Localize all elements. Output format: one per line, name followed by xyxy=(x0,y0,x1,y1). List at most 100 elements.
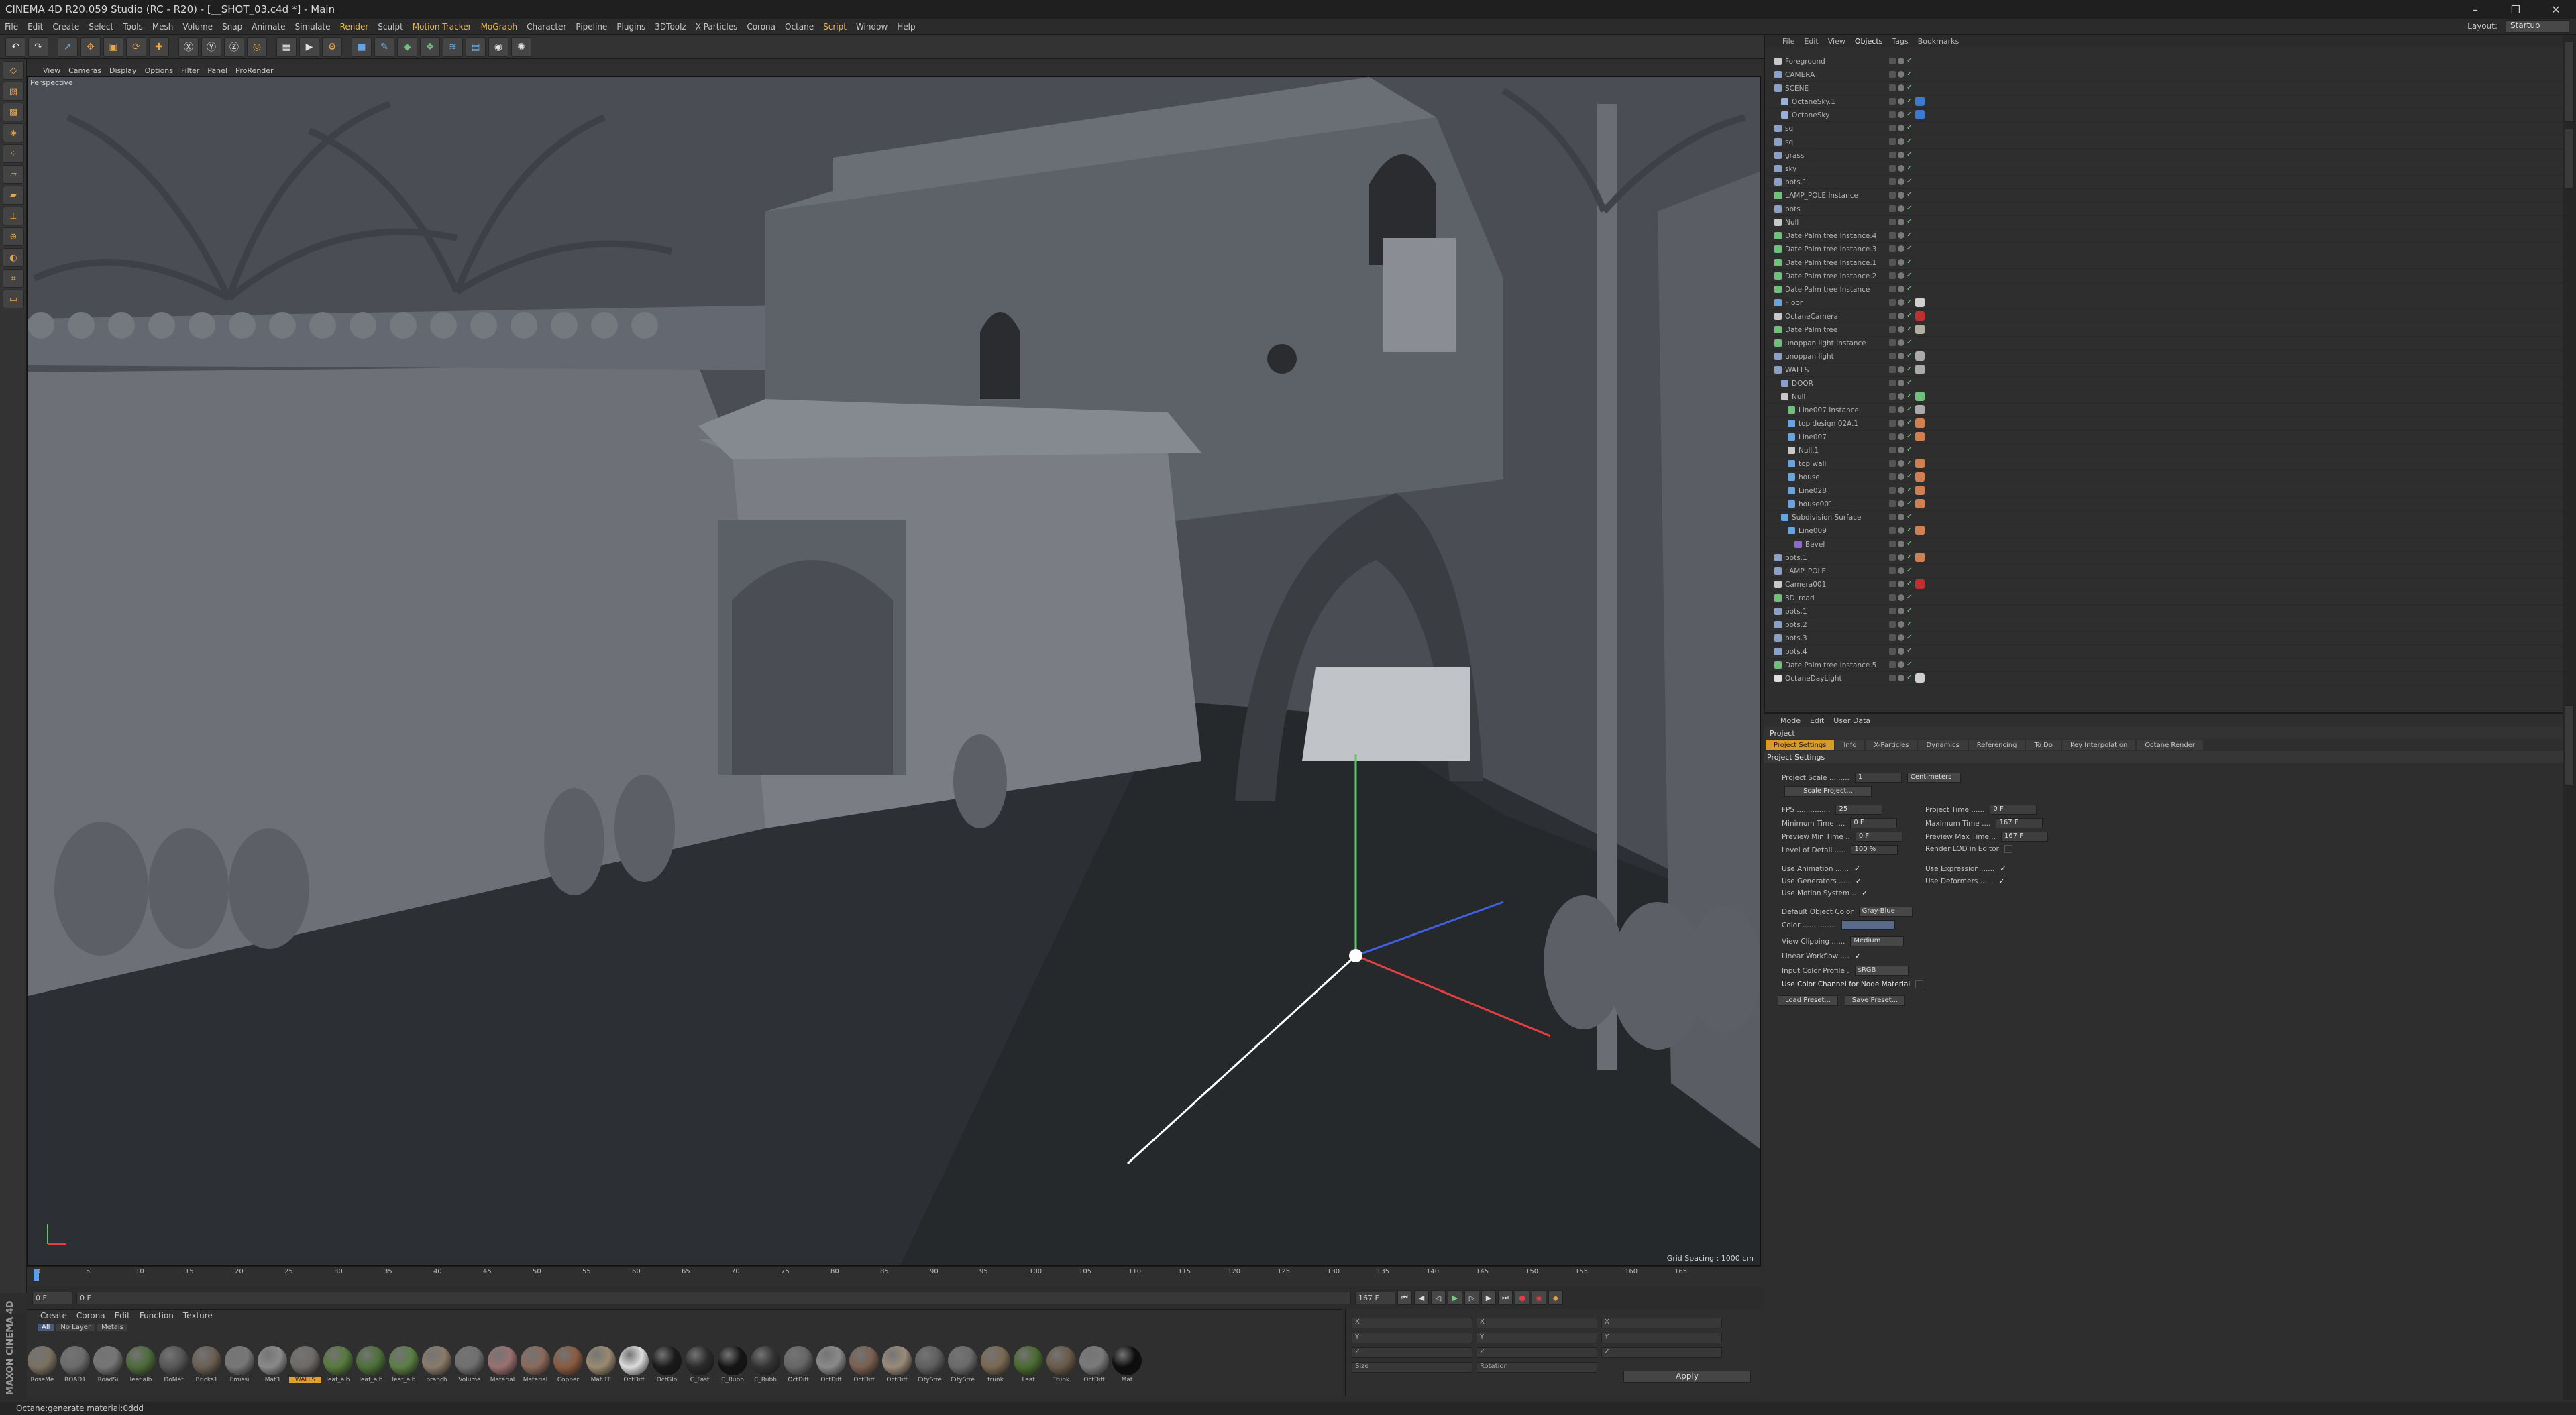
node-material-checkbox[interactable] xyxy=(1915,980,1924,988)
visibility-dot-icon[interactable] xyxy=(1898,380,1904,386)
obj-menu-view[interactable]: View xyxy=(1828,37,1845,46)
visibility-dot-icon[interactable] xyxy=(1898,661,1904,668)
maximize-button[interactable]: ❐ xyxy=(2496,3,2536,16)
subdivision-icon[interactable]: ◆ xyxy=(397,36,417,57)
material-thumbnail[interactable]: leaf_alb xyxy=(356,1346,386,1383)
visibility-dot-icon[interactable] xyxy=(1898,98,1904,105)
menu-volume[interactable]: Volume xyxy=(178,22,217,32)
mat-menu-edit[interactable]: Edit xyxy=(115,1311,130,1320)
keyframe-icon[interactable]: ◆ xyxy=(1548,1290,1563,1305)
object-row[interactable]: sky ✓ xyxy=(1765,162,2563,176)
layer-icon[interactable] xyxy=(1889,514,1896,520)
autokey-icon[interactable]: ◉ xyxy=(1532,1290,1546,1305)
visibility-dot-icon[interactable] xyxy=(1898,339,1904,346)
side-tab-attributes[interactable] xyxy=(2565,705,2574,786)
enabled-check-icon[interactable]: ✓ xyxy=(1907,152,1913,158)
enabled-check-icon[interactable]: ✓ xyxy=(1907,192,1913,199)
material-thumbnail[interactable]: OctDiff xyxy=(783,1346,814,1383)
enabled-check-icon[interactable]: ✓ xyxy=(1907,541,1913,547)
model-mode-icon[interactable]: ▧ xyxy=(3,82,24,101)
layer-icon[interactable] xyxy=(1889,634,1896,641)
tag-icon[interactable] xyxy=(1915,325,1925,334)
default-object-color-select[interactable]: Gray-Blue xyxy=(1858,907,1913,917)
playhead[interactable] xyxy=(34,1269,39,1281)
visibility-dot-icon[interactable] xyxy=(1898,447,1904,453)
visibility-dot-icon[interactable] xyxy=(1898,232,1904,239)
object-row[interactable]: grass ✓ xyxy=(1765,149,2563,162)
pen-icon[interactable]: ✎ xyxy=(374,36,394,57)
material-thumbnail[interactable]: Trunk xyxy=(1046,1346,1077,1383)
render-view-icon[interactable]: ▶ xyxy=(299,36,319,57)
x-axis-lock-icon[interactable]: Ⓧ xyxy=(178,36,199,57)
vp-menu-cameras[interactable]: Cameras xyxy=(68,66,101,75)
close-button[interactable]: ✕ xyxy=(2536,3,2576,16)
attr-value-field[interactable]: 25 xyxy=(1835,805,1883,815)
z-axis-lock-icon[interactable]: Ⓩ xyxy=(224,36,244,57)
enabled-check-icon[interactable]: ✓ xyxy=(1907,648,1913,655)
visibility-dot-icon[interactable] xyxy=(1898,567,1904,574)
tab-info[interactable]: Info xyxy=(1835,740,1865,750)
layer-icon[interactable] xyxy=(1889,648,1896,655)
attr-value-field[interactable]: 167 F xyxy=(1996,818,2043,828)
menu-animate[interactable]: Animate xyxy=(247,22,290,32)
object-row[interactable]: sq ✓ xyxy=(1765,122,2563,135)
material-thumbnail[interactable]: C_Rubb xyxy=(750,1346,781,1383)
filter-all[interactable]: All xyxy=(38,1323,54,1331)
next-frame-icon[interactable]: ▷ xyxy=(1464,1290,1479,1305)
layer-icon[interactable] xyxy=(1889,567,1896,574)
object-row[interactable]: unoppan light ✓ xyxy=(1765,350,2563,363)
object-row[interactable]: top design 02A.1 ✓ xyxy=(1765,417,2563,431)
material-thumbnail[interactable]: ROAD1 xyxy=(60,1346,91,1383)
attr-value-field[interactable]: 0 F xyxy=(1855,832,1902,842)
scale-icon[interactable]: ▣ xyxy=(103,36,123,57)
object-row[interactable]: Bevel ✓ xyxy=(1765,538,2563,551)
prev-key-icon[interactable]: ◀ xyxy=(1414,1290,1429,1305)
object-row[interactable]: Date Palm tree Instance ✓ xyxy=(1765,283,2563,296)
visibility-dot-icon[interactable] xyxy=(1898,58,1904,64)
layer-icon[interactable] xyxy=(1889,460,1896,467)
visibility-dot-icon[interactable] xyxy=(1898,313,1904,319)
side-tab-takes[interactable] xyxy=(2565,129,2574,189)
layer-icon[interactable] xyxy=(1889,58,1896,64)
attr-menu-mode[interactable]: Mode xyxy=(1780,716,1801,725)
edges-mode-icon[interactable]: ▱ xyxy=(3,165,24,184)
object-row[interactable]: sq ✓ xyxy=(1765,135,2563,149)
enabled-check-icon[interactable]: ✓ xyxy=(1907,259,1913,266)
menu-file[interactable]: File xyxy=(0,22,23,32)
layer-icon[interactable] xyxy=(1889,594,1896,601)
layer-icon[interactable] xyxy=(1889,447,1896,453)
object-row[interactable]: Floor ✓ xyxy=(1765,296,2563,310)
attr-menu-user-data[interactable]: User Data xyxy=(1833,716,1870,725)
material-thumbnail[interactable]: Emissi xyxy=(224,1346,255,1383)
tag-icon[interactable] xyxy=(1915,526,1925,535)
tag-icon[interactable] xyxy=(1915,459,1925,468)
attr-value-field[interactable]: 0 F xyxy=(1990,805,2037,815)
layer-icon[interactable] xyxy=(1889,192,1896,199)
visibility-dot-icon[interactable] xyxy=(1898,152,1904,158)
material-thumbnail[interactable]: leaf_alb xyxy=(388,1346,419,1383)
object-row[interactable]: pots ✓ xyxy=(1765,203,2563,216)
material-thumbnail[interactable]: Volume xyxy=(454,1346,485,1383)
tag-icon[interactable] xyxy=(1915,311,1925,321)
visibility-dot-icon[interactable] xyxy=(1898,178,1904,185)
object-row[interactable]: OctaneDayLight ✓ xyxy=(1765,672,2563,685)
polygons-mode-icon[interactable]: ▰ xyxy=(3,186,24,205)
layer-icon[interactable] xyxy=(1889,125,1896,131)
visibility-dot-icon[interactable] xyxy=(1898,219,1904,225)
visibility-dot-icon[interactable] xyxy=(1898,634,1904,641)
size-mode-select[interactable]: Size xyxy=(1352,1362,1472,1373)
layer-icon[interactable] xyxy=(1889,299,1896,306)
enabled-check-icon[interactable]: ✓ xyxy=(1907,621,1913,628)
material-thumbnail[interactable]: Copper xyxy=(553,1346,584,1383)
size-y-field[interactable]: Y xyxy=(1477,1333,1597,1343)
attr-value-field[interactable]: 0 F xyxy=(1850,818,1898,828)
layer-icon[interactable] xyxy=(1889,621,1896,628)
visibility-dot-icon[interactable] xyxy=(1898,125,1904,131)
visibility-dot-icon[interactable] xyxy=(1898,111,1904,118)
size-x-field[interactable]: X xyxy=(1477,1318,1597,1328)
layer-icon[interactable] xyxy=(1889,406,1896,413)
filter-metals[interactable]: Metals xyxy=(97,1323,127,1331)
tag-icon[interactable] xyxy=(1915,405,1925,414)
material-thumbnail[interactable]: RoseMe xyxy=(27,1346,58,1383)
mat-menu-function[interactable]: Function xyxy=(140,1311,174,1320)
